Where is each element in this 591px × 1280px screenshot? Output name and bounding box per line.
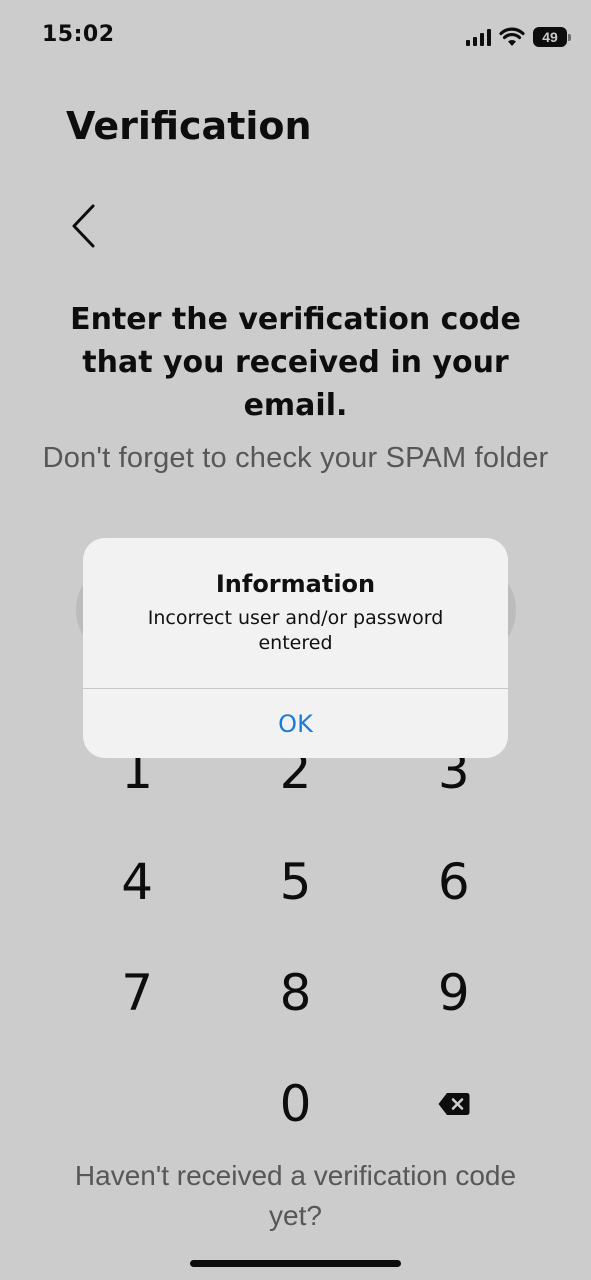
alert-dialog: Information Incorrect user and/or passwo…: [83, 538, 508, 758]
alert-title: Information: [215, 570, 376, 598]
alert-message: Incorrect user and/or password entered: [147, 607, 444, 654]
ok-button[interactable]: OK: [83, 689, 508, 758]
